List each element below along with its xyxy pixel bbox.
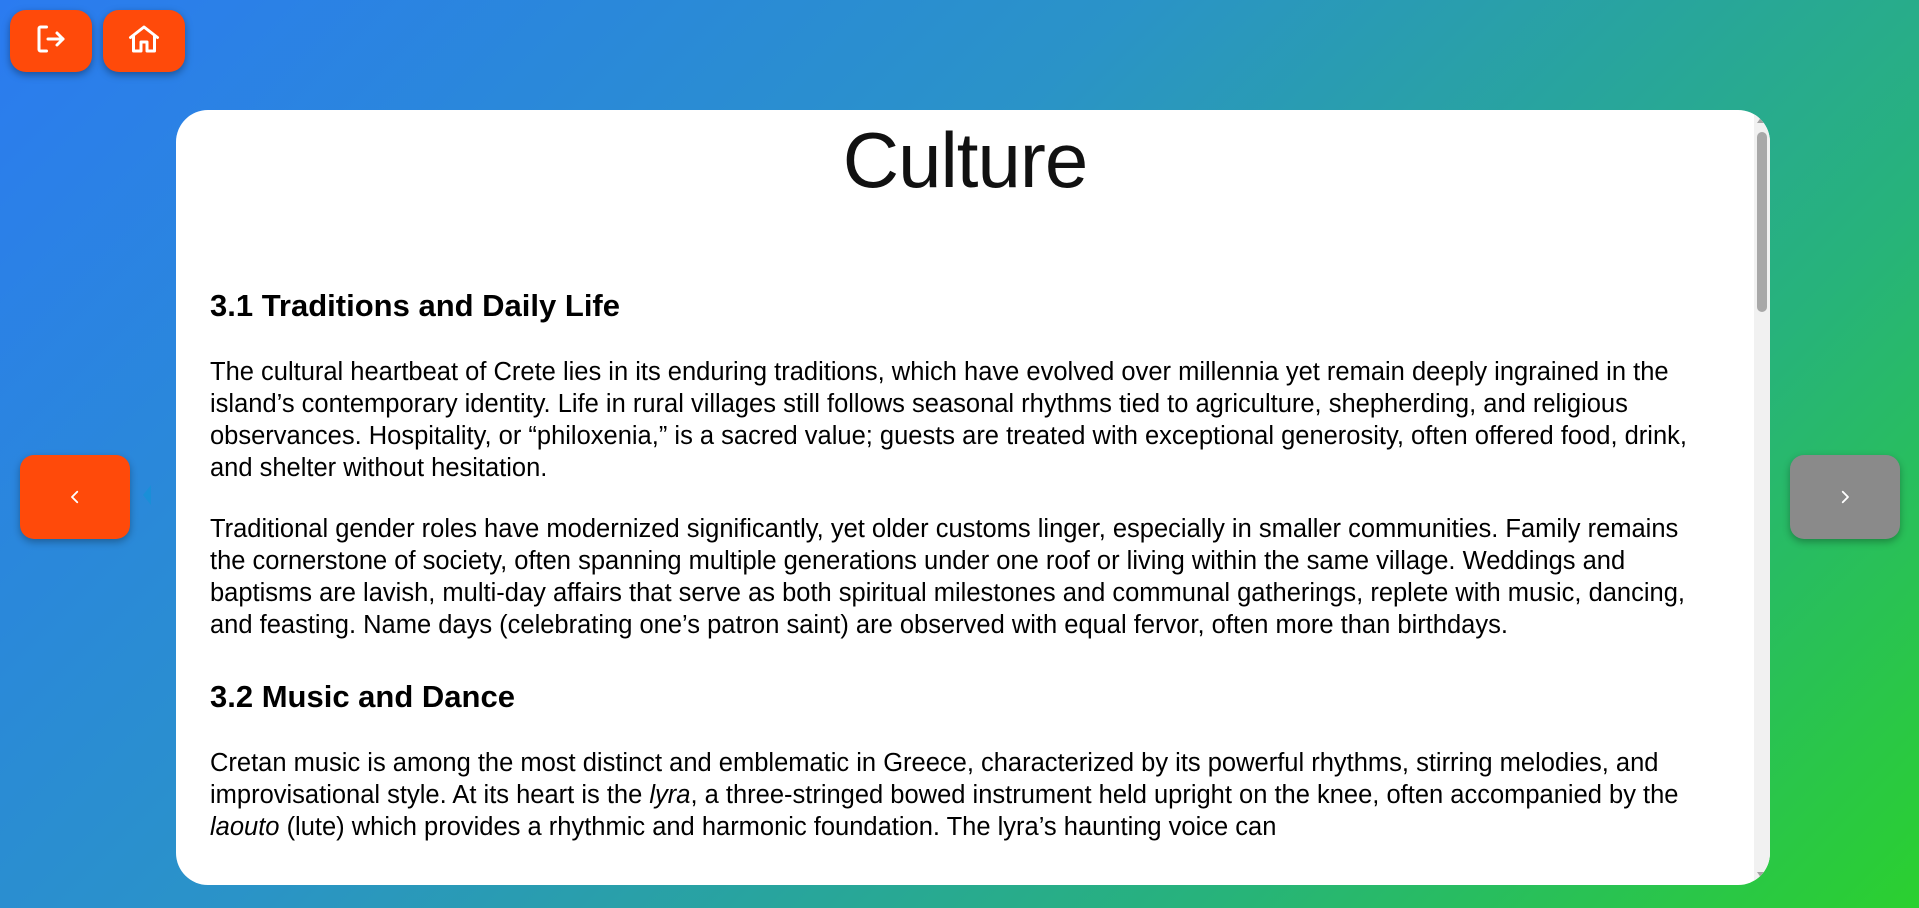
section-heading-music: 3.2 Music and Dance (210, 679, 515, 715)
paragraph-text: (lute) which provides a rhythmic and har… (279, 813, 1277, 842)
home-button[interactable] (103, 10, 185, 72)
emphasis-lyra: lyra (649, 781, 691, 810)
article-body: 3.1 Traditions and Daily Life The cultur… (176, 288, 1754, 843)
paragraph: The cultural heartbeat of Crete lies in … (210, 358, 1687, 483)
chevron-right-icon (1836, 482, 1854, 513)
scroll-up-arrow-icon[interactable] (1757, 116, 1767, 123)
scrollbar-thumb[interactable] (1757, 132, 1767, 312)
chevron-left-icon (66, 482, 84, 513)
content-scroll-area[interactable]: Culture 3.1 Traditions and Daily Life Th… (176, 110, 1754, 885)
emphasis-laouto: laouto (210, 813, 280, 842)
previous-page-button[interactable] (20, 455, 130, 539)
paragraph-music: Cretan music is among the most distinct … (210, 747, 1720, 843)
section-heading-traditions: 3.1 Traditions and Daily Life (210, 288, 620, 324)
home-icon (126, 21, 162, 62)
paragraph-text: , a three-stringed bowed instrument held… (690, 781, 1679, 810)
page-title: Culture (842, 116, 1088, 204)
decorative-mark (143, 485, 151, 505)
vertical-scrollbar[interactable] (1754, 110, 1770, 885)
logout-icon (33, 21, 69, 62)
paragraph: Traditional gender roles have modernized… (210, 515, 1685, 640)
next-page-button[interactable] (1790, 455, 1900, 539)
logout-button[interactable] (10, 10, 92, 72)
scroll-down-arrow-icon[interactable] (1757, 872, 1767, 879)
content-card: Culture 3.1 Traditions and Daily Life Th… (176, 110, 1770, 885)
